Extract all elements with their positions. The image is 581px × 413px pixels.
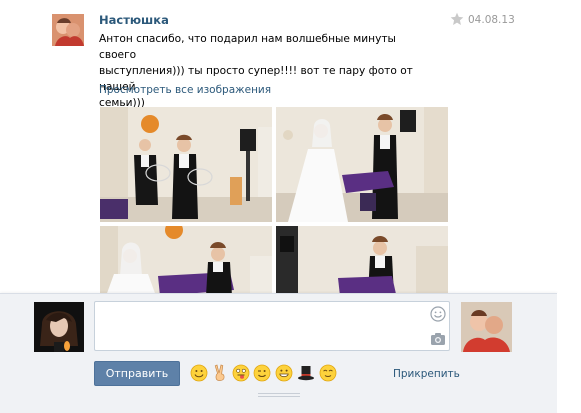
view-all-images-link[interactable]: Просмотреть все изображения: [99, 84, 271, 96]
emoji-wink-icon[interactable]: [253, 364, 271, 382]
post-text-line: Антон спасибо, что подарил нам волшебные…: [99, 33, 396, 61]
send-button[interactable]: Отправить: [94, 361, 180, 386]
attach-link[interactable]: Прикрепить: [393, 368, 460, 380]
photo-bride-performer[interactable]: [276, 107, 448, 222]
emoji-top-hat-icon[interactable]: [297, 364, 315, 382]
post-date: 04.08.13: [468, 14, 515, 26]
camera-icon[interactable]: [430, 332, 446, 346]
resize-grip[interactable]: [258, 393, 300, 398]
wall-post: Настюшка 04.08.13 Антон спасибо, что под…: [0, 0, 581, 296]
reply-input[interactable]: [94, 301, 450, 351]
post-text: Антон спасибо, что подарил нам волшебные…: [99, 31, 429, 111]
emoji-smile-icon[interactable]: [190, 364, 208, 382]
photo-performer-rings[interactable]: [100, 107, 272, 222]
page-edge: [557, 293, 581, 412]
photo-performer-table[interactable]: [276, 226, 448, 296]
author-avatar[interactable]: [52, 14, 84, 46]
author-name[interactable]: Настюшка: [99, 13, 169, 27]
friend-avatar[interactable]: [461, 302, 512, 352]
emoji-victory-hand-icon[interactable]: [211, 364, 229, 382]
emoji-grin-icon[interactable]: [275, 364, 293, 382]
photo-bride-table[interactable]: [100, 226, 272, 296]
current-user-avatar[interactable]: [34, 302, 84, 352]
star-icon[interactable]: [450, 12, 464, 26]
emoji-relieved-icon[interactable]: [319, 364, 337, 382]
emoji-picker-icon[interactable]: [430, 306, 446, 322]
emoji-tongue-icon[interactable]: [232, 364, 250, 382]
